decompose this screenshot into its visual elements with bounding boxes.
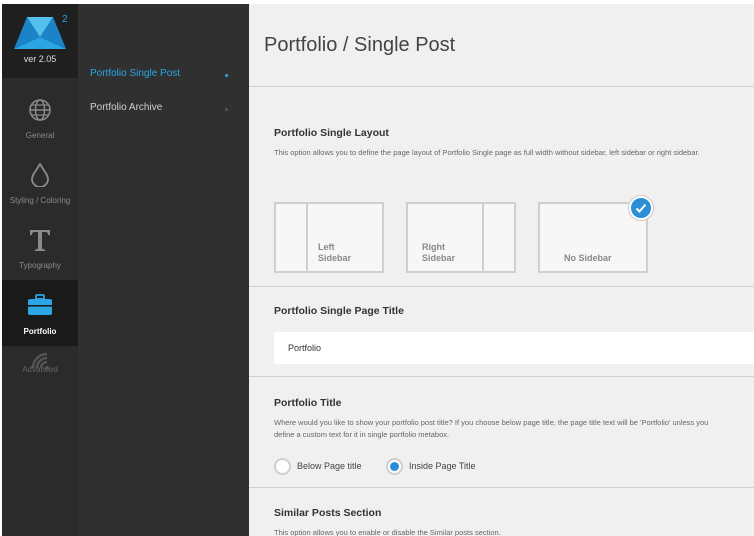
rail-item-label: Advanced <box>22 365 58 374</box>
sidebar-block <box>482 204 514 271</box>
divider <box>249 376 754 377</box>
section-title-similar-posts: Similar Posts Section <box>274 507 382 519</box>
divider <box>249 286 754 287</box>
page-title-input[interactable] <box>274 332 754 364</box>
section-title-page-title: Portfolio Single Page Title <box>274 305 404 317</box>
section-title-layout: Portfolio Single Layout <box>274 127 389 139</box>
type-icon <box>2 228 78 254</box>
globe-icon <box>2 98 78 124</box>
rail-item-label: Typography <box>19 261 61 270</box>
subnav-item-label: Portfolio Single Post <box>90 68 181 79</box>
rail-item-label: Portfolio <box>23 327 57 336</box>
indicator-dot <box>225 108 228 111</box>
drop-icon <box>2 162 78 189</box>
logo-superscript: 2 <box>62 14 68 25</box>
page-title: Portfolio / Single Post <box>264 34 456 56</box>
section-description-layout: This option allows you to define the pag… <box>274 148 700 157</box>
active-indicator-dot <box>225 74 228 77</box>
selected-check-icon <box>629 196 653 220</box>
radio-below-page-title[interactable] <box>274 458 291 475</box>
radio-label: Inside Page Title <box>409 461 476 471</box>
settings-panel: Portfolio / Single Post Portfolio Single… <box>249 4 754 536</box>
section-subnav: Portfolio Single Post Portfolio Archive <box>78 4 249 536</box>
rail-item-styling[interactable]: Styling / Coloring <box>2 149 78 215</box>
rail-item-typography[interactable]: Typography <box>2 214 78 280</box>
rail-item-label: General <box>25 131 55 140</box>
radio-inside-page-title[interactable] <box>386 458 403 475</box>
layout-option-label: Right Sidebar <box>422 242 456 263</box>
section-description-similar-posts: This option allows you to enable or disa… <box>274 528 501 536</box>
logo-mark-icon <box>14 17 66 49</box>
subnav-item-label: Portfolio Archive <box>90 102 163 113</box>
divider <box>249 86 754 87</box>
section-description-portfolio-title: Where would you like to show your portfo… <box>274 418 709 439</box>
rail-item-label: Styling / Coloring <box>9 196 71 205</box>
subnav-item-portfolio-single-post[interactable]: Portfolio Single Post <box>90 68 240 88</box>
version-label: ver 2.05 <box>23 54 57 64</box>
sidebar-block <box>276 204 308 271</box>
rail-item-portfolio[interactable]: Portfolio <box>2 280 78 346</box>
subnav-item-portfolio-archive[interactable]: Portfolio Archive <box>90 102 240 122</box>
main-nav-rail: 2 ver 2.05 General Styling / Coloring Ty… <box>2 4 78 536</box>
rail-item-general[interactable]: General <box>2 84 78 150</box>
briefcase-icon <box>2 294 78 320</box>
section-title-portfolio-title: Portfolio Title <box>274 397 342 409</box>
layout-option-left-sidebar[interactable]: Left Sidebar <box>274 202 384 273</box>
layout-option-label: Left Sidebar <box>318 242 352 263</box>
layout-option-label: No Sidebar <box>564 253 612 263</box>
layout-option-right-sidebar[interactable]: Right Sidebar <box>406 202 516 273</box>
rail-item-advanced[interactable]: Advanced <box>2 338 78 404</box>
app-logo[interactable]: 2 ver 2.05 <box>2 4 78 78</box>
radio-label: Below Page title <box>297 461 362 471</box>
divider <box>249 487 754 488</box>
